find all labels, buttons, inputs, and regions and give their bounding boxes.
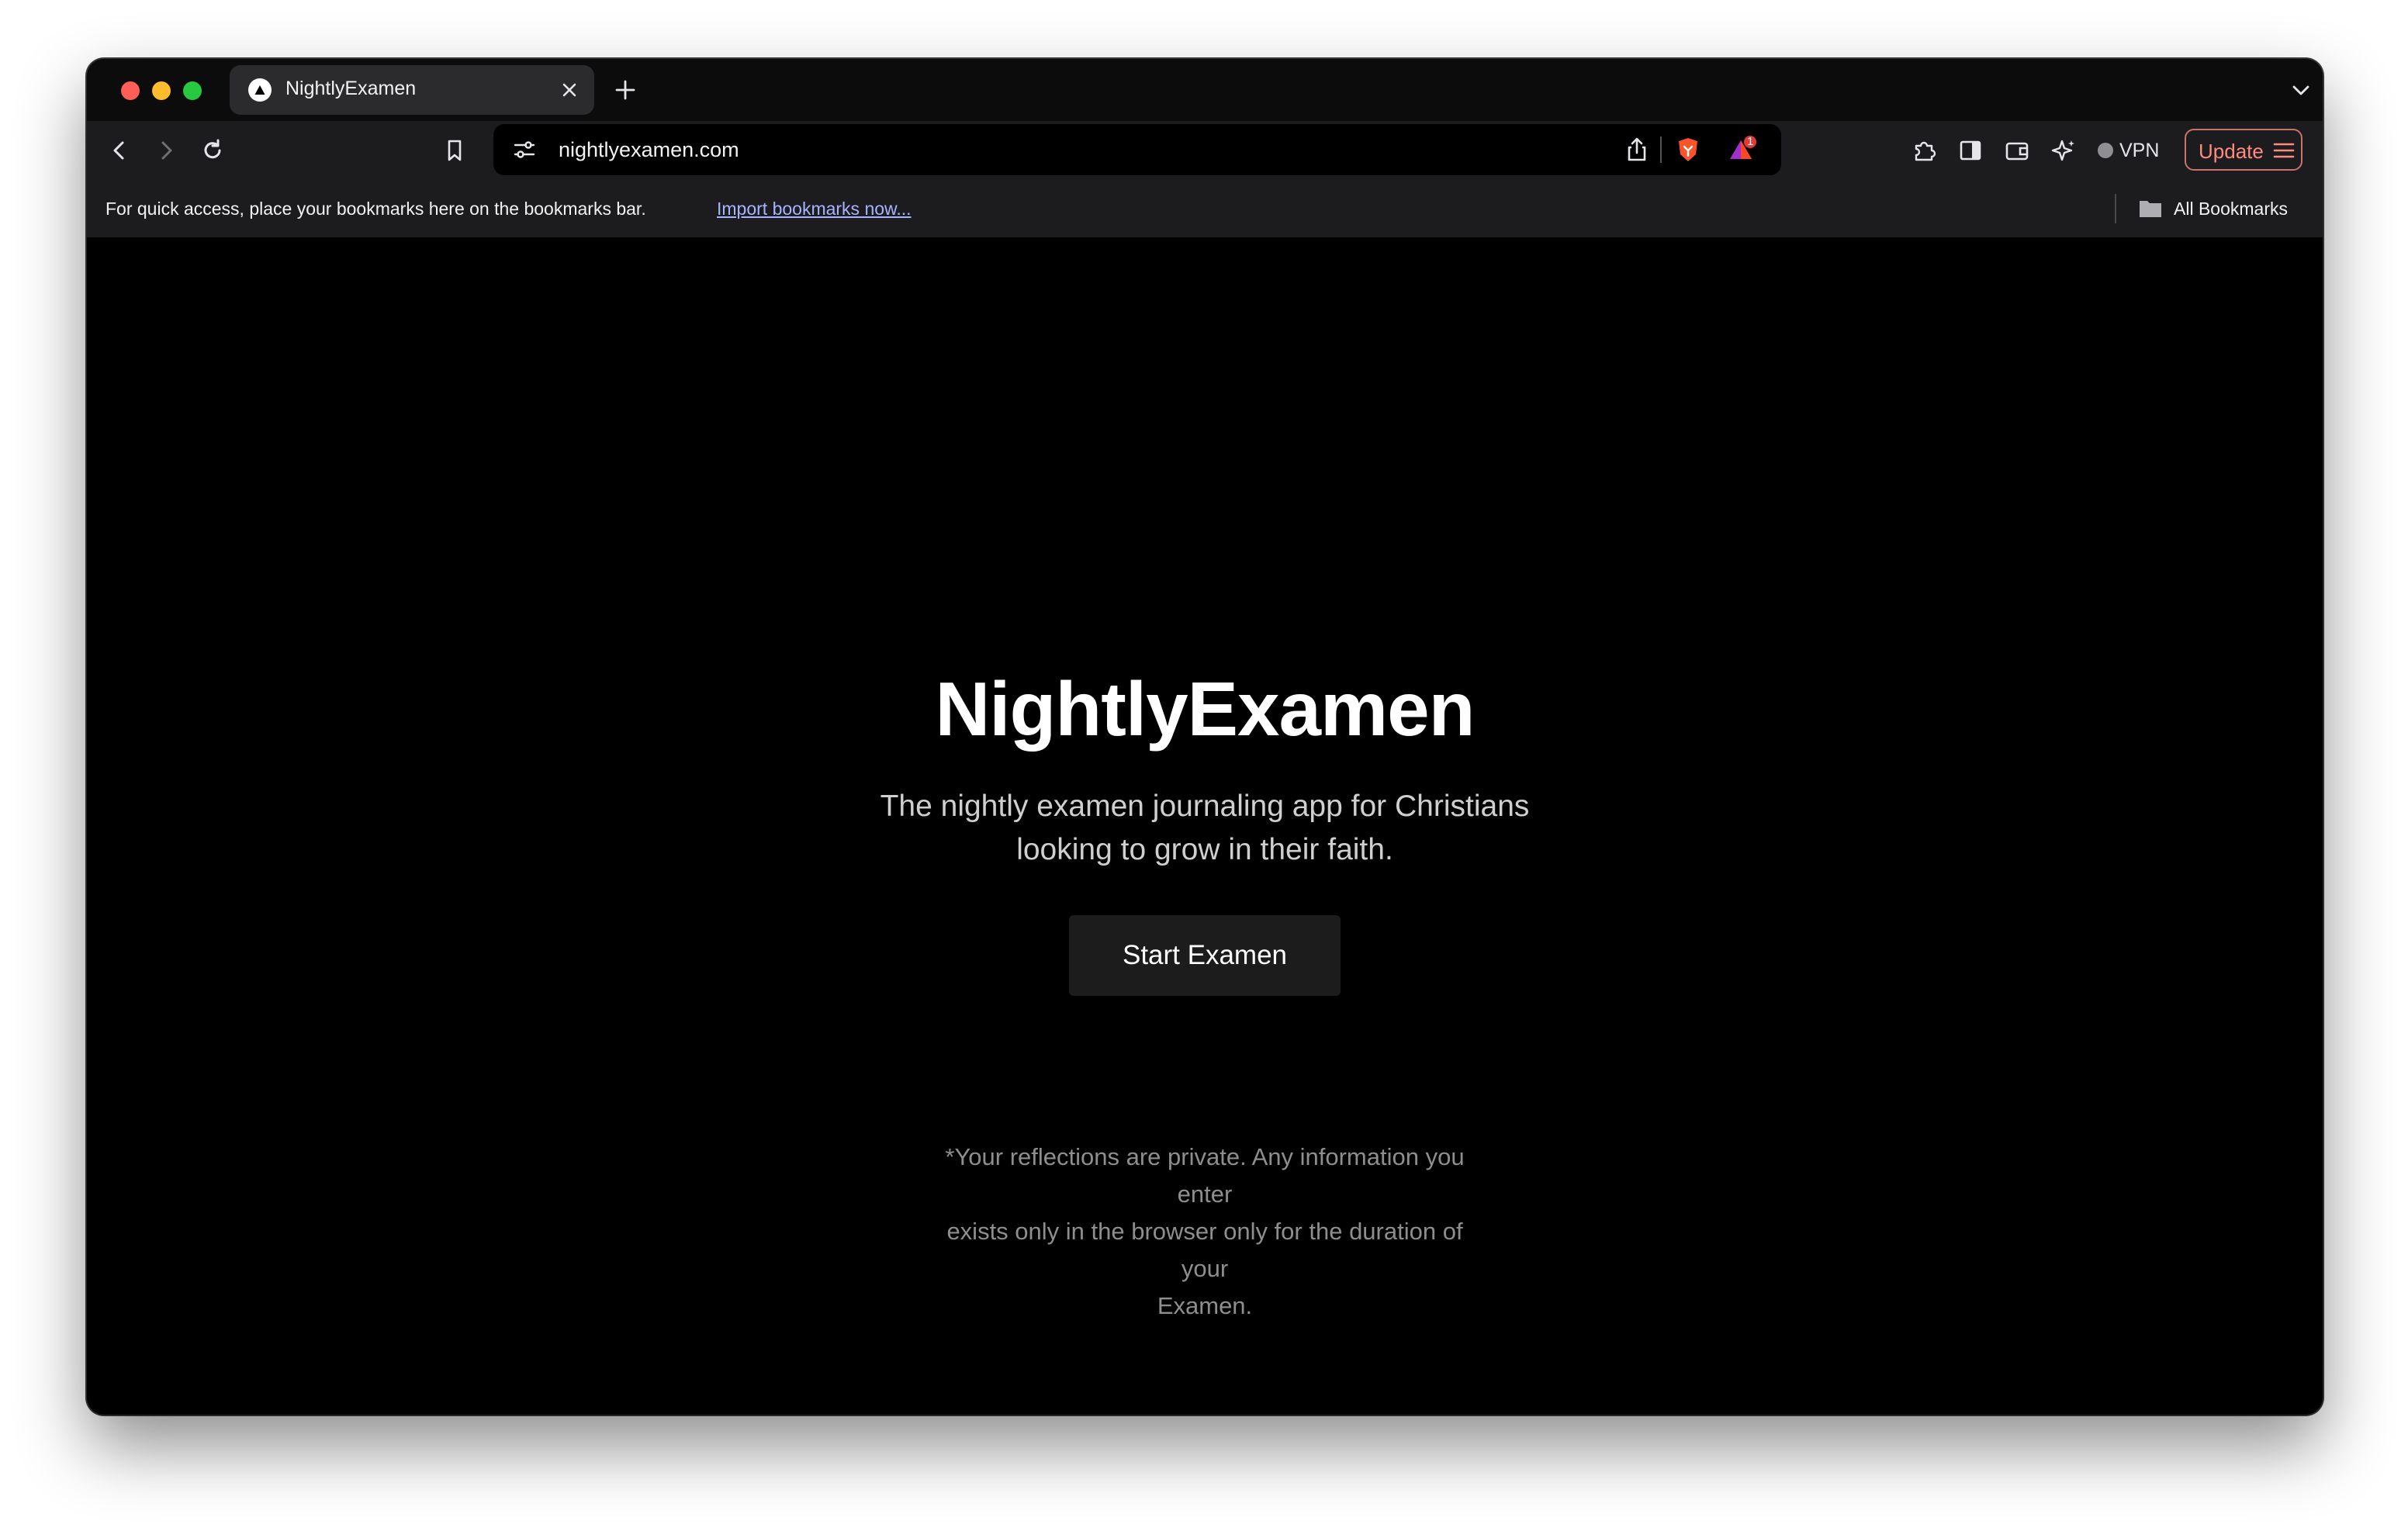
start-examen-button[interactable]: Start Examen [1069, 915, 1341, 996]
subtitle-line: The nightly examen journaling app for Ch… [880, 790, 1530, 823]
bookmarks-bar-message: For quick access, place your bookmarks h… [106, 199, 646, 219]
minimize-window-button[interactable] [152, 81, 171, 100]
address-divider [1660, 137, 1662, 163]
bookmark-icon[interactable] [441, 137, 469, 164]
notification-badge: 1 [1747, 135, 1754, 148]
extensions-icon[interactable] [1910, 137, 1938, 164]
url-text[interactable]: nightlyexamen.com [559, 138, 739, 162]
vpn-status-icon [2098, 143, 2113, 158]
privacy-line: exists only in the browser only for the … [946, 1218, 1463, 1282]
leo-ai-icon[interactable] [2050, 137, 2078, 164]
folder-icon [2138, 197, 2163, 220]
chevron-down-icon[interactable] [2290, 81, 2312, 99]
brave-rewards-icon[interactable]: 1 [1727, 135, 1756, 164]
privacy-line: *Your reflections are private. Any infor… [945, 1143, 1465, 1208]
import-bookmarks-link[interactable]: Import bookmarks now... [717, 199, 912, 219]
vpn-button[interactable]: VPN [2098, 135, 2175, 166]
privacy-line: Examen. [1157, 1292, 1253, 1319]
bookmarks-divider [2115, 194, 2116, 223]
bookmarks-bar: For quick access, place your bookmarks h… [87, 180, 2323, 237]
subtitle-line: looking to grow in their faith. [1016, 833, 1393, 866]
update-button[interactable]: Update [2185, 129, 2302, 171]
tab-nightlyexamen[interactable]: NightlyExamen [230, 65, 594, 115]
site-favicon-icon [248, 78, 272, 102]
plus-icon[interactable] [613, 78, 638, 102]
update-label: Update [2199, 140, 2264, 163]
tab-title: NightlyExamen [285, 78, 417, 99]
share-icon[interactable] [1623, 136, 1651, 164]
wallet-icon[interactable] [2003, 137, 2031, 164]
back-arrow-icon[interactable] [106, 137, 133, 164]
reload-icon[interactable] [199, 137, 227, 164]
forward-arrow-icon[interactable] [152, 137, 180, 164]
brave-shields-icon[interactable] [1674, 136, 1702, 164]
close-window-button[interactable] [121, 81, 140, 100]
page-subtitle: The nightly examen journaling app for Ch… [863, 785, 1547, 872]
page-title: NightlyExamen [935, 666, 1476, 752]
privacy-notice: *Your reflections are private. Any infor… [945, 1139, 1465, 1325]
menu-icon [2273, 141, 2295, 160]
site-settings-icon[interactable] [510, 136, 538, 164]
close-icon[interactable] [559, 79, 580, 101]
browser-window: NightlyExamen VPN Update nightlyexamen.c… [87, 59, 2323, 1415]
vpn-label: VPN [2119, 140, 2160, 161]
sidebar-icon[interactable] [1956, 137, 1984, 164]
tab-strip: NightlyExamen [87, 59, 2323, 121]
all-bookmarks-button[interactable]: All Bookmarks [2174, 199, 2288, 219]
maximize-window-button[interactable] [183, 81, 202, 100]
page-content: NightlyExamen The nightly examen journal… [87, 237, 2323, 1415]
address-bar[interactable]: nightlyexamen.com 1 [493, 124, 1781, 175]
